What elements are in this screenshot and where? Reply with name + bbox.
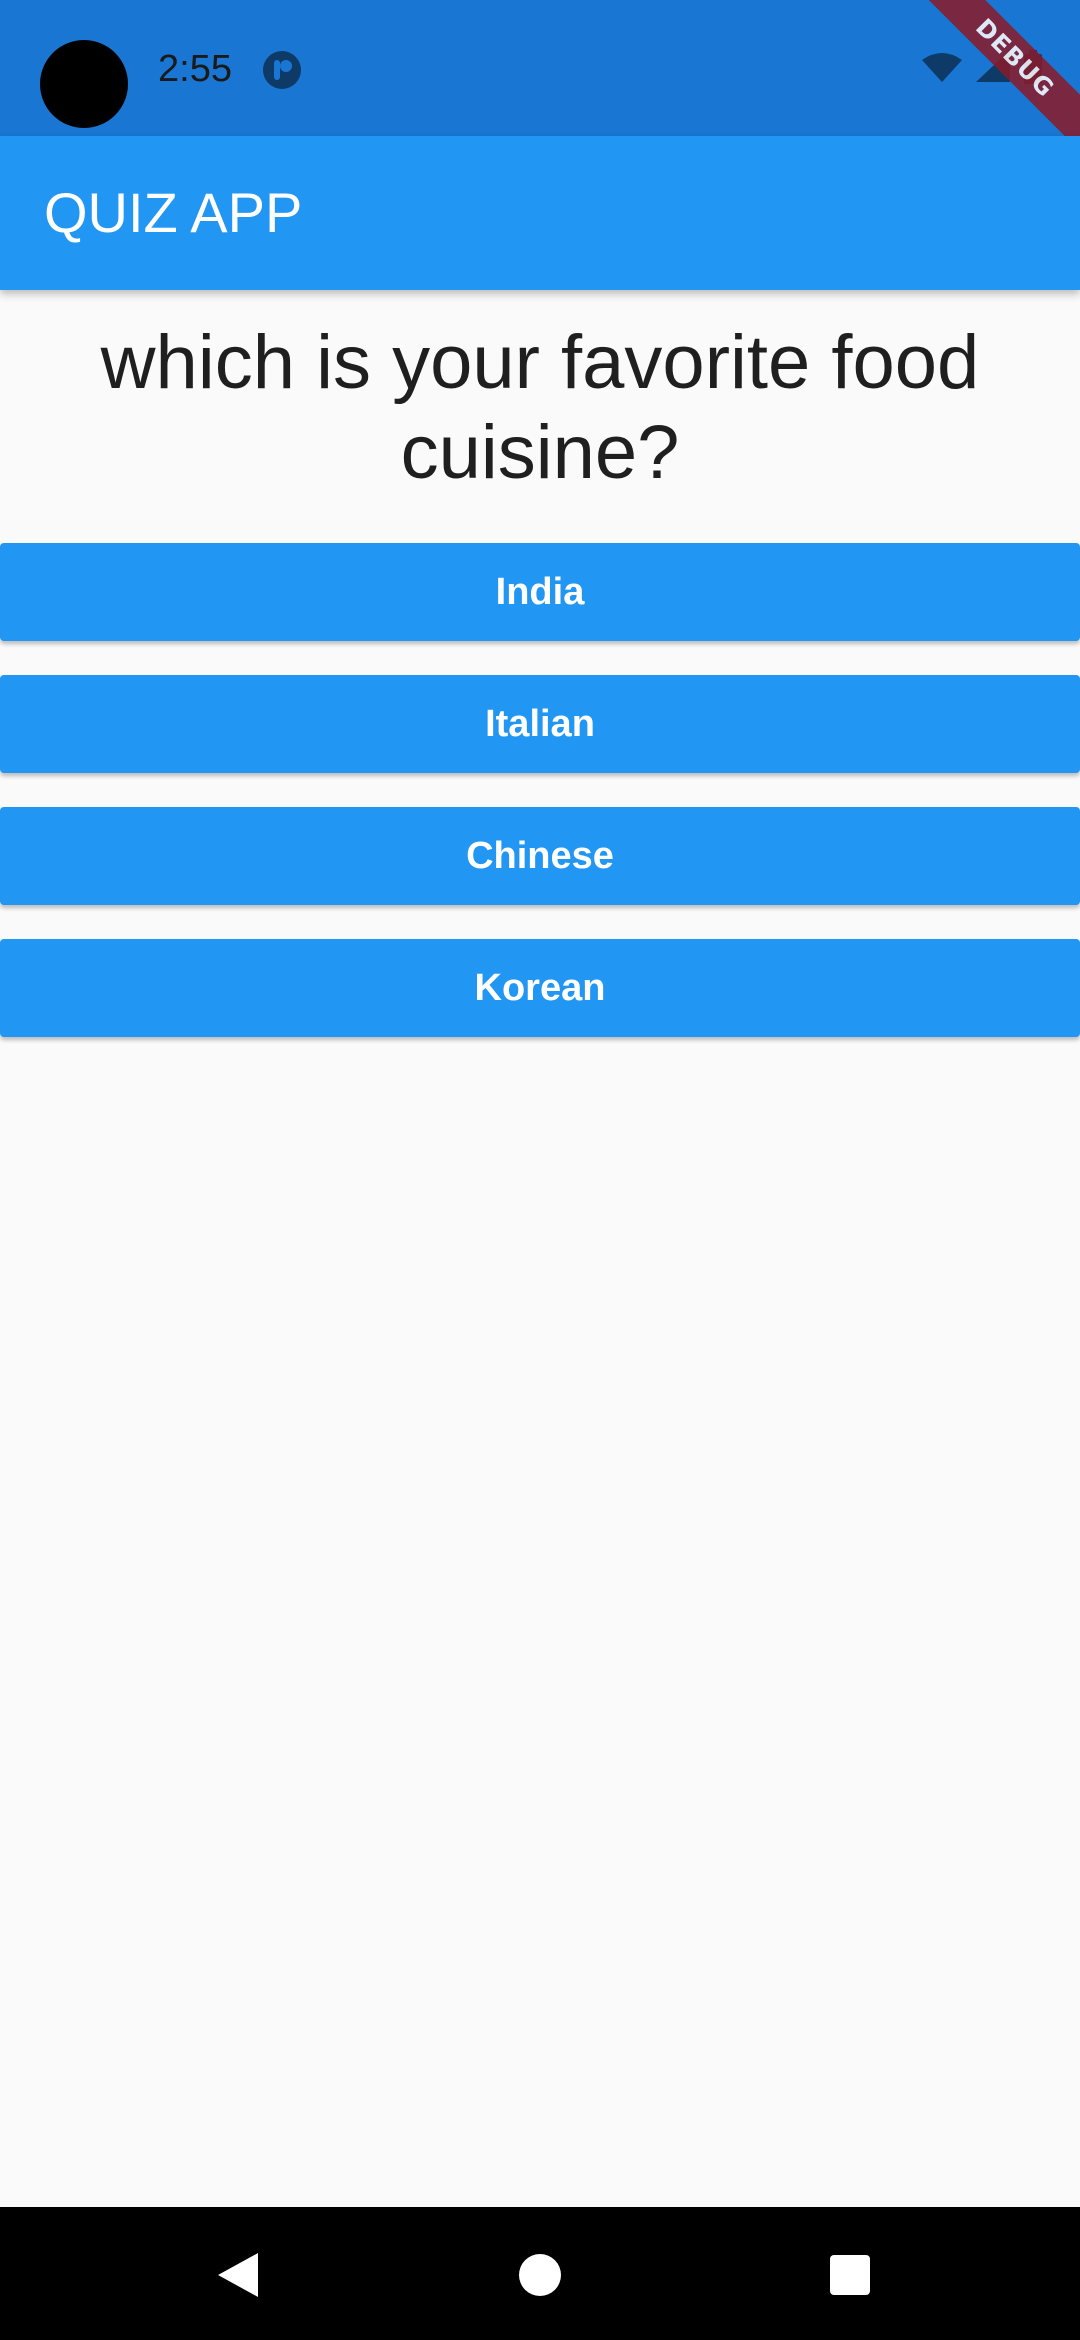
back-icon[interactable] bbox=[200, 2235, 280, 2315]
app-title: QUIZ APP bbox=[44, 181, 303, 244]
answer-button-italian[interactable]: Italian bbox=[0, 675, 1080, 773]
answer-button-korean[interactable]: Korean bbox=[0, 939, 1080, 1037]
question-text: which is your favorite food cuisine? bbox=[100, 320, 980, 495]
status-icons bbox=[922, 50, 1042, 84]
status-bar: 2:55 bbox=[0, 0, 1080, 136]
wifi-icon bbox=[922, 53, 962, 82]
status-time: 2:55 bbox=[158, 48, 232, 90]
app-bar: QUIZ APP bbox=[0, 136, 1080, 290]
camera-cutout bbox=[40, 40, 128, 128]
notification-app-icon bbox=[263, 51, 301, 89]
answer-button-india[interactable]: India bbox=[0, 543, 1080, 641]
answer-button-chinese[interactable]: Chinese bbox=[0, 807, 1080, 905]
battery-icon bbox=[1024, 50, 1042, 84]
recents-icon[interactable] bbox=[810, 2235, 890, 2315]
navigation-bar bbox=[0, 2207, 1080, 2340]
signal-icon bbox=[976, 50, 1010, 82]
home-icon[interactable] bbox=[500, 2235, 580, 2315]
